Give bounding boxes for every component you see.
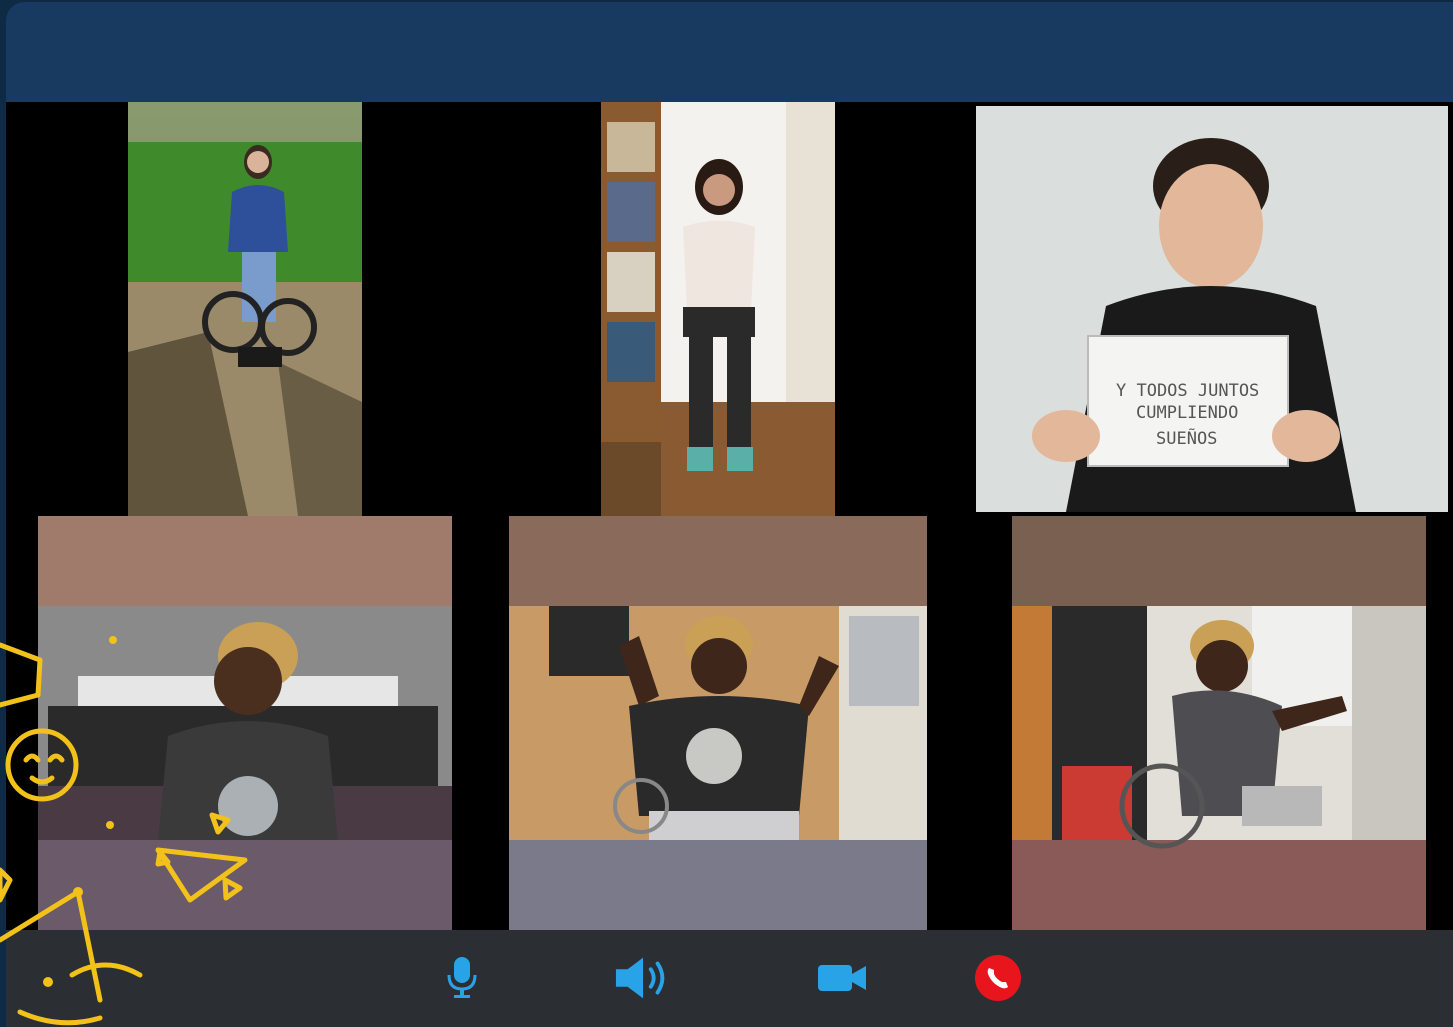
camera-button[interactable] <box>812 950 872 1006</box>
participant-video-2[interactable] <box>601 102 835 516</box>
speaker-icon <box>615 957 665 999</box>
microphone-icon <box>447 957 477 998</box>
sign-text-line: Y TODOS JUNTOS <box>1116 381 1259 401</box>
call-controls-bar <box>6 930 1453 1027</box>
participant-video-6[interactable] <box>1012 516 1426 930</box>
end-call-button[interactable] <box>968 950 1028 1006</box>
sign-text-line: CUMPLIENDO <box>1136 403 1238 423</box>
title-bar <box>6 2 1453 102</box>
speaker-button[interactable] <box>614 950 674 1006</box>
participant-video-1[interactable] <box>128 102 362 516</box>
sign-text-line: SUEÑOS <box>1156 427 1217 449</box>
participant-video-4[interactable] <box>38 516 452 930</box>
end-call-icon <box>975 955 1021 1001</box>
video-call-window: Y TODOS JUNTOS CUMPLIENDO SUEÑOS <box>6 2 1453 1027</box>
participant-video-5[interactable] <box>509 516 927 930</box>
video-camera-icon <box>818 965 866 991</box>
participant-video-3[interactable]: Y TODOS JUNTOS CUMPLIENDO SUEÑOS <box>976 106 1448 512</box>
microphone-button[interactable] <box>432 950 492 1006</box>
